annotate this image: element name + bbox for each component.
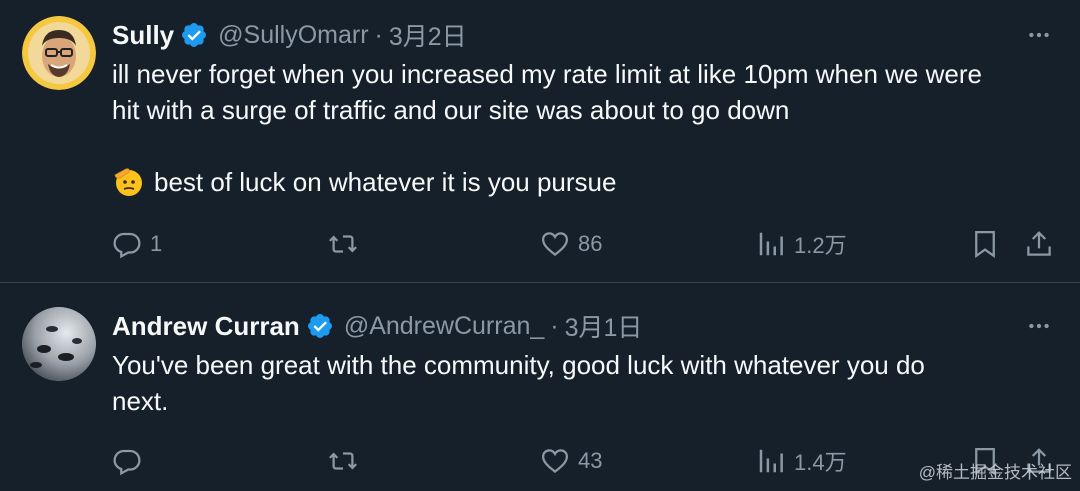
tweet-text: ill never forget when you increased my r… xyxy=(112,56,1062,200)
tweet-text-line: next. xyxy=(112,386,169,416)
tweet-actions: 1 86 1.2万 xyxy=(112,224,1062,264)
bookmark-icon xyxy=(975,231,995,259)
reply-button[interactable] xyxy=(112,441,150,481)
avatar[interactable] xyxy=(22,16,96,90)
heart-icon xyxy=(541,449,569,474)
author-handle[interactable]: @AndrewCurran_ xyxy=(344,312,544,341)
saluting-face-emoji-icon xyxy=(112,165,144,197)
separator-dot: · xyxy=(550,311,559,340)
verified-badge-icon xyxy=(306,312,334,340)
views-button[interactable]: 1.4万 xyxy=(756,441,847,481)
like-button[interactable]: 43 xyxy=(540,441,602,481)
tweet-date[interactable]: 3月1日 xyxy=(565,308,643,344)
retweet-icon xyxy=(329,452,357,470)
tweet[interactable]: Sully @SullyOmarr · 3月2日 ill never forge… xyxy=(0,0,1080,282)
bookmark-button[interactable] xyxy=(970,224,1000,264)
tweet-text: You've been great with the community, go… xyxy=(112,347,1062,419)
tweet-text-line: hit with a surge of traffic and our site… xyxy=(112,95,790,125)
watermark: @稀土掘金技术社区 xyxy=(918,463,1072,482)
views-button[interactable]: 1.2万 xyxy=(756,224,847,264)
share-icon xyxy=(1027,231,1051,256)
like-count: 43 xyxy=(578,448,603,473)
author-handle[interactable]: @SullyOmarr xyxy=(218,21,368,50)
view-count: 1.2万 xyxy=(794,233,847,258)
tweet-text-emoji-line: best of luck on whatever it is you pursu… xyxy=(154,167,617,197)
verified-badge-icon xyxy=(180,21,208,49)
share-button[interactable] xyxy=(1024,224,1054,264)
tweet-header: Andrew Curran @AndrewCurran_ · 3月1日 xyxy=(112,308,642,344)
tweet-header: Sully @SullyOmarr · 3月2日 xyxy=(112,17,467,53)
separator-dot: · xyxy=(374,20,383,49)
views-chart-icon xyxy=(759,232,783,256)
retweet-button[interactable] xyxy=(328,441,366,481)
author-name[interactable]: Andrew Curran xyxy=(112,311,300,342)
tweet-text-line: You've been great with the community, go… xyxy=(112,350,925,380)
avatar[interactable] xyxy=(22,307,96,381)
author-name[interactable]: Sully xyxy=(112,20,174,51)
reply-count: 1 xyxy=(150,231,163,256)
heart-icon xyxy=(541,232,569,257)
reply-icon xyxy=(113,232,141,259)
reply-button[interactable]: 1 xyxy=(112,224,162,264)
views-chart-icon xyxy=(759,449,783,473)
like-count: 86 xyxy=(578,231,603,256)
retweet-button[interactable] xyxy=(328,224,366,264)
like-button[interactable]: 86 xyxy=(540,224,602,264)
tweet-text-line: best of luck on whatever it is you pursu… xyxy=(112,164,1062,200)
tweet-text-line: ill never forget when you increased my r… xyxy=(112,59,982,89)
reply-icon xyxy=(113,449,141,476)
more-options-icon[interactable] xyxy=(1024,20,1054,50)
tweet-date[interactable]: 3月2日 xyxy=(389,17,467,53)
retweet-icon xyxy=(329,235,357,253)
view-count: 1.4万 xyxy=(794,450,847,475)
more-options-icon[interactable] xyxy=(1024,311,1054,341)
